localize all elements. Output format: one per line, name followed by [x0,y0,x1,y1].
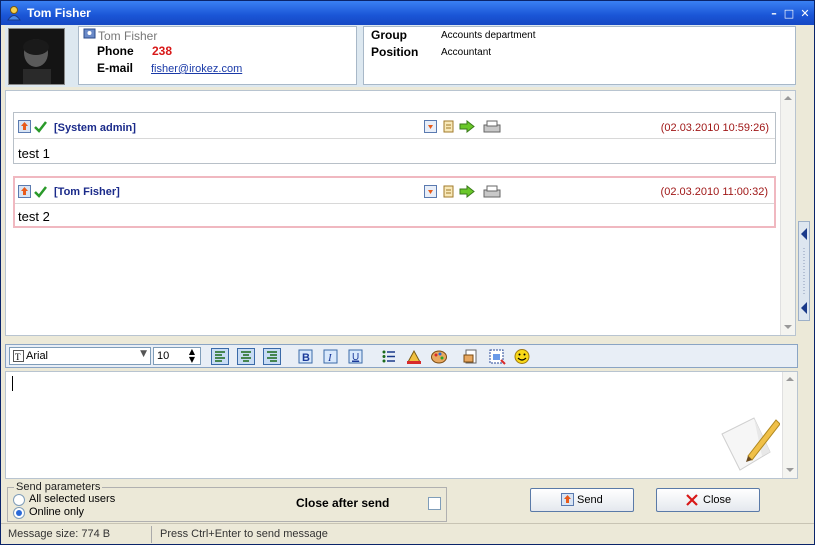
svg-text:B: B [302,352,310,364]
font-select[interactable]: T Arial ▼ [9,347,151,365]
message-text: test 1 [18,146,50,161]
scroll-up-icon[interactable] [784,96,792,100]
status-bar: Message size: 774 B Press Ctrl+Enter to … [1,523,814,544]
compose-pen-icon [721,417,780,471]
delivered-check-icon [34,186,47,198]
send-parameters-group: Send parameters All selected users Onlin… [7,481,447,522]
reply-icon[interactable] [18,120,31,133]
radio-all-selected-users[interactable] [13,494,25,506]
bullet-list-icon[interactable] [380,348,398,365]
close-button[interactable]: Close [656,488,760,512]
splitter-arrows-icon [801,228,807,314]
message-timestamp: (02.03.2010 10:59:26) [660,122,769,134]
send-button[interactable]: Send [530,488,634,512]
message-header: [System admin] (02.03.2010 10:59:26) [14,113,775,139]
message-timestamp: (02.03.2010 11:00:32) [660,186,768,198]
radio-online-only[interactable] [13,507,25,519]
forward-icon[interactable] [459,185,475,198]
close-after-send-label: Close after send [296,496,390,510]
align-center-icon [241,351,251,362]
all-users-label: All selected users [29,493,116,505]
message-sender: [Tom Fisher] [54,186,120,198]
scroll-down-icon[interactable] [784,325,792,329]
contact-card: Tom Fisher Phone 238 E-mail fisher@iroke… [78,26,357,85]
position-value: Accountant [441,47,492,58]
close-button-label: Close [703,494,732,506]
chevron-down-icon[interactable]: ▼ [140,349,147,359]
save-message-icon[interactable] [424,185,437,198]
align-right-icon [267,351,277,362]
format-toolbar: T Arial ▼ 10 ▲ ▼ B I U [5,344,798,368]
align-left-button[interactable] [211,348,229,365]
font-size-value: 10 [157,350,170,362]
copy-icon[interactable] [442,185,455,198]
forward-icon[interactable] [459,120,475,133]
color-palette-icon[interactable] [430,348,448,365]
message-header: [Tom Fisher] (02.03.2010 11:00:32) [15,178,774,204]
message-input[interactable] [5,371,798,479]
insert-file-icon[interactable] [462,348,480,365]
group-card: Group Accounts department Position Accou… [363,26,796,85]
italic-icon[interactable]: I [322,348,340,365]
splitter-handle[interactable] [798,221,810,321]
group-value: Accounts department [441,30,536,41]
online-only-label: Online only [29,506,85,518]
send-parameters-legend: Send parameters [14,481,103,493]
message-item[interactable]: [System admin] (02.03.2010 10:59:26) tes… [13,112,776,164]
align-left-icon [215,351,225,362]
delivered-check-icon [34,121,47,133]
font-name: Arial [26,350,49,362]
send-icon [561,493,574,506]
phone-label: Phone [97,44,134,58]
contact-icon [83,28,96,39]
print-icon[interactable] [483,185,501,198]
bold-icon[interactable]: B [297,348,315,365]
close-window-button[interactable]: ✕ [798,7,812,20]
spin-down-icon[interactable]: ▼ [189,355,195,364]
message-text: test 2 [18,209,50,224]
svg-text:T: T [15,352,21,362]
status-separator [151,526,152,543]
copy-icon[interactable] [442,120,455,133]
message-sender: [System admin] [54,122,136,134]
email-link[interactable]: fisher@irokez.com [151,63,242,75]
close-icon [686,494,698,506]
reply-icon[interactable] [18,185,31,198]
font-size-spinner[interactable]: 10 ▲ ▼ [153,347,201,365]
title-bar[interactable]: Tom Fisher – □ ✕ [1,1,814,25]
align-right-button[interactable] [263,348,281,365]
email-label: E-mail [97,61,134,75]
smiley-icon[interactable] [513,348,531,365]
send-hint: Press Ctrl+Enter to send message [160,528,328,540]
minimize-button[interactable]: – [767,7,781,20]
message-size: Message size: 774 B [8,528,111,540]
message-window: Tom Fisher – □ ✕ Tom Fisher Phone 238 E-… [0,0,815,545]
align-center-button[interactable] [237,348,255,365]
save-message-icon[interactable] [424,120,437,133]
message-item[interactable]: [Tom Fisher] (02.03.2010 11:00:32) test … [13,176,776,228]
avatar [8,28,65,85]
history-scrollbar[interactable] [780,91,795,335]
scroll-up-icon[interactable] [786,377,794,381]
phone-value: 238 [152,44,173,58]
close-after-send-checkbox[interactable] [428,497,441,510]
user-icon [7,6,21,21]
text-cursor [12,376,13,391]
text-color-icon[interactable] [405,348,423,365]
contact-name: Tom Fisher [98,29,158,43]
message-history[interactable]: [System admin] (02.03.2010 10:59:26) tes… [5,90,796,336]
position-label: Position [371,45,419,59]
group-label: Group [371,28,407,42]
underline-icon[interactable]: U [347,348,365,365]
maximize-button[interactable]: □ [782,7,796,20]
input-scrollbar[interactable] [782,372,797,478]
font-icon: T [13,350,24,362]
send-button-label: Send [577,494,603,506]
scroll-down-icon[interactable] [786,468,794,472]
window-title: Tom Fisher [27,6,91,20]
insert-image-icon[interactable] [488,348,506,365]
print-icon[interactable] [483,120,501,133]
